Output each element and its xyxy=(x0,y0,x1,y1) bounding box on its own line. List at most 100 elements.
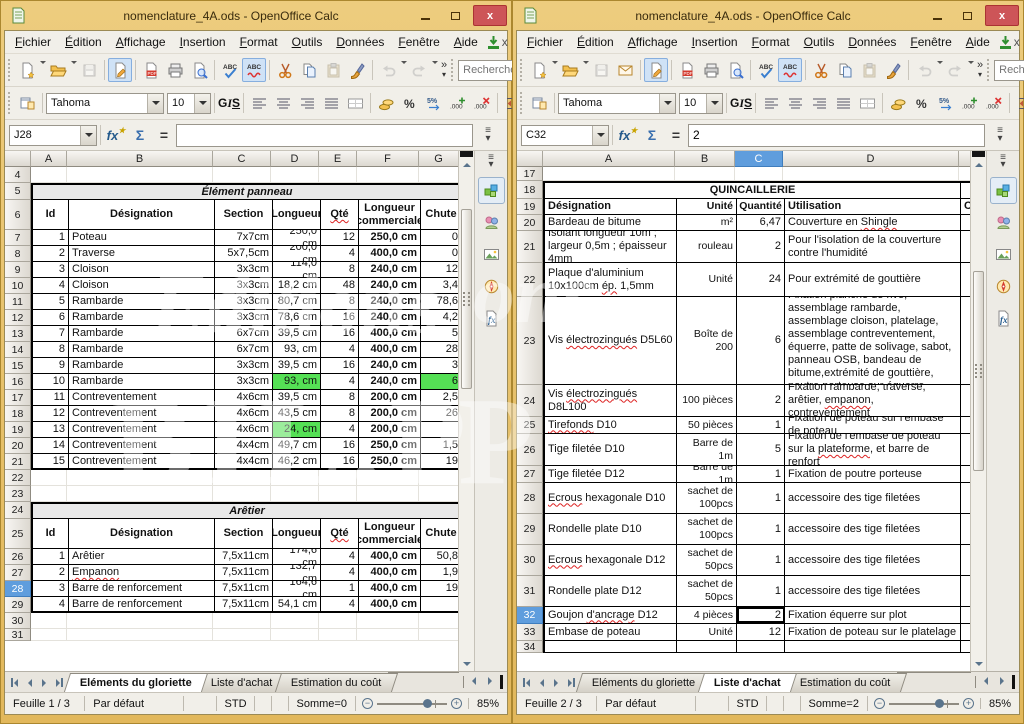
row-header-29[interactable]: 29 xyxy=(5,597,31,613)
zoom-in-icon[interactable]: + xyxy=(451,698,462,709)
sheet-nav-previous-icon[interactable] xyxy=(534,675,549,690)
row-header-5[interactable]: 5 xyxy=(5,183,31,200)
cell[interactable] xyxy=(357,167,419,182)
cell[interactable]: 1 xyxy=(321,581,359,596)
split-handle[interactable] xyxy=(460,151,473,157)
cell[interactable]: 0 xyxy=(421,246,458,261)
cell[interactable]: 400,0 cm xyxy=(359,581,421,596)
cell[interactable] xyxy=(961,514,970,544)
undo-icon[interactable] xyxy=(912,58,936,82)
cell[interactable]: 5 xyxy=(737,434,785,465)
font-size-select[interactable]: 10 xyxy=(167,93,211,114)
grid-corner[interactable] xyxy=(5,151,31,167)
cell[interactable]: Utilisation xyxy=(785,199,961,214)
cell[interactable]: Chute xyxy=(421,519,458,548)
cell[interactable]: 16 xyxy=(321,358,359,373)
navigator-icon[interactable] xyxy=(990,273,1017,300)
new-document-dropdown-icon[interactable] xyxy=(551,64,558,76)
cell[interactable]: Désignation xyxy=(69,519,215,548)
row-header-21[interactable]: 21 xyxy=(5,454,31,470)
horizontal-scrollbar[interactable] xyxy=(971,673,1019,690)
column-header-E[interactable]: E xyxy=(319,151,357,167)
cell[interactable]: 15 xyxy=(33,454,69,468)
cell[interactable]: 1 xyxy=(737,576,785,606)
cell[interactable]: 10 xyxy=(33,374,69,389)
spellcheck-icon[interactable]: ABC xyxy=(218,58,242,82)
insert-mode[interactable]: STD xyxy=(729,696,767,711)
row-header-14[interactable]: 14 xyxy=(5,342,31,358)
cell[interactable]: 3,4 xyxy=(421,278,458,293)
cell[interactable]: Rondelle plate D12 xyxy=(545,576,677,606)
cell[interactable]: 24, cm xyxy=(273,422,321,437)
cell[interactable]: 8 xyxy=(321,262,359,277)
cell[interactable] xyxy=(67,486,213,501)
paste-icon[interactable] xyxy=(321,58,345,82)
zoom-slider[interactable]: − + xyxy=(868,698,981,709)
cell[interactable]: Vis électrozingués D5L60 xyxy=(545,297,677,384)
cell[interactable]: 3x3cm xyxy=(215,310,273,325)
cell[interactable]: Boîte de 200 xyxy=(677,297,737,384)
cell[interactable]: Tirefonds D10 xyxy=(545,417,677,433)
cell[interactable]: Poteau xyxy=(69,230,215,245)
cell[interactable] xyxy=(213,613,271,628)
sidebar-toggle-icon[interactable]: ≡▾ xyxy=(480,154,502,170)
cell[interactable]: Fixation équerre sur plot xyxy=(785,607,961,623)
edit-mode-icon[interactable] xyxy=(644,58,668,82)
sheet-nav-next-icon[interactable] xyxy=(37,675,52,690)
cell[interactable] xyxy=(31,470,67,485)
cell[interactable]: 4 xyxy=(321,374,359,389)
cell[interactable]: 174,6 cm xyxy=(273,549,321,564)
cell[interactable] xyxy=(961,231,970,262)
minimize-button[interactable] xyxy=(413,8,437,24)
open-folder-icon[interactable] xyxy=(46,58,70,82)
cell[interactable] xyxy=(961,417,970,433)
name-box-arrow[interactable] xyxy=(80,126,96,145)
column-header-F[interactable]: F xyxy=(357,151,419,167)
cell[interactable]: Rambarde xyxy=(69,358,215,373)
table-title[interactable]: QUINCAILLERIE xyxy=(545,183,961,198)
scroll-down-icon[interactable] xyxy=(459,657,474,671)
row-header-13[interactable]: 13 xyxy=(5,326,31,342)
cell[interactable] xyxy=(357,486,419,501)
cell[interactable]: Rambarde xyxy=(69,326,215,341)
cell[interactable]: 3x3cm xyxy=(215,262,273,277)
cell[interactable]: Désignation xyxy=(545,199,677,214)
cell[interactable] xyxy=(319,486,357,501)
currency-icon[interactable] xyxy=(886,91,910,115)
cell[interactable]: 3x3cm xyxy=(215,278,273,293)
cell[interactable] xyxy=(421,422,458,437)
row-header-4[interactable]: 4 xyxy=(5,167,31,183)
row-header-30[interactable]: 30 xyxy=(517,545,543,576)
properties-cube-icon[interactable] xyxy=(990,177,1017,204)
row-header-34[interactable]: 34 xyxy=(517,641,543,653)
cell[interactable]: 28 xyxy=(421,342,458,357)
cell[interactable]: 5 xyxy=(33,294,69,309)
close-button[interactable]: x xyxy=(473,5,507,26)
cell[interactable]: 16 xyxy=(321,310,359,325)
cell[interactable]: Tige filetée D10 xyxy=(545,434,677,465)
gallery-icon[interactable] xyxy=(990,241,1017,268)
row-header-18[interactable]: 18 xyxy=(5,406,31,422)
copy-icon[interactable] xyxy=(297,58,321,82)
cell[interactable] xyxy=(271,167,319,182)
cell[interactable] xyxy=(319,470,357,485)
add-decimal-icon[interactable]: .000 xyxy=(958,91,982,115)
cell[interactable]: Unité xyxy=(677,624,737,640)
cell[interactable] xyxy=(419,167,458,182)
zoom-in-icon[interactable]: + xyxy=(963,698,974,709)
cell[interactable]: 6x7cm xyxy=(215,342,273,357)
cell[interactable]: 43,5 cm xyxy=(273,406,321,421)
toolbar-overflow-icon[interactable]: »▾ xyxy=(974,61,986,79)
cell[interactable] xyxy=(31,613,67,628)
cell[interactable] xyxy=(675,167,735,180)
cell[interactable] xyxy=(961,576,970,606)
font-name-arrow[interactable] xyxy=(659,94,675,113)
zoom-out-icon[interactable]: − xyxy=(874,698,885,709)
cell[interactable]: 18,2 cm xyxy=(273,278,321,293)
cell[interactable]: Rondelle plate D10 xyxy=(545,514,677,544)
cell[interactable]: Couverture en Shingle xyxy=(785,215,961,230)
cell[interactable]: 7,5x11cm xyxy=(215,549,273,564)
insert-mode[interactable]: STD xyxy=(217,696,255,711)
maximize-button[interactable] xyxy=(443,8,467,24)
cell[interactable] xyxy=(961,483,970,513)
